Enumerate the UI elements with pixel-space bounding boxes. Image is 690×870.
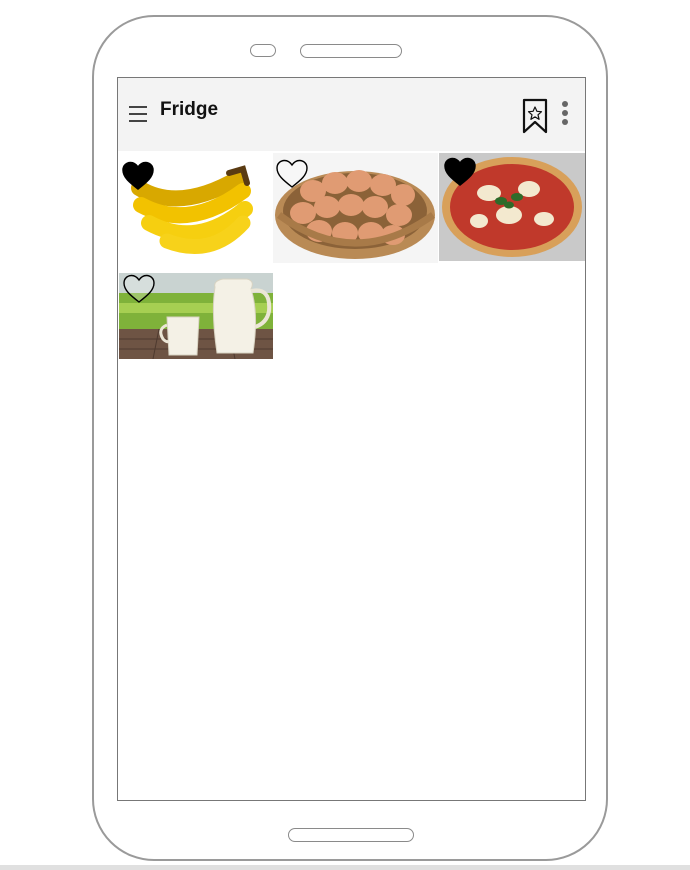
favorite-heart-outline-icon[interactable]: [122, 274, 156, 304]
app-bar: Fridge: [118, 78, 585, 151]
bottom-divider: [0, 865, 690, 870]
favorite-heart-icon[interactable]: [443, 157, 477, 187]
phone-speaker: [300, 44, 402, 58]
home-button[interactable]: [288, 828, 414, 842]
front-camera: [250, 44, 276, 57]
favorite-heart-icon[interactable]: [121, 161, 155, 191]
favorite-heart-outline-icon[interactable]: [275, 159, 309, 189]
hamburger-menu-icon[interactable]: [129, 106, 147, 122]
bookmark-star-icon[interactable]: [522, 98, 548, 134]
more-vertical-icon[interactable]: [559, 100, 571, 128]
page-title: Fridge: [160, 99, 219, 120]
phone-screen: Fridge: [117, 77, 586, 801]
